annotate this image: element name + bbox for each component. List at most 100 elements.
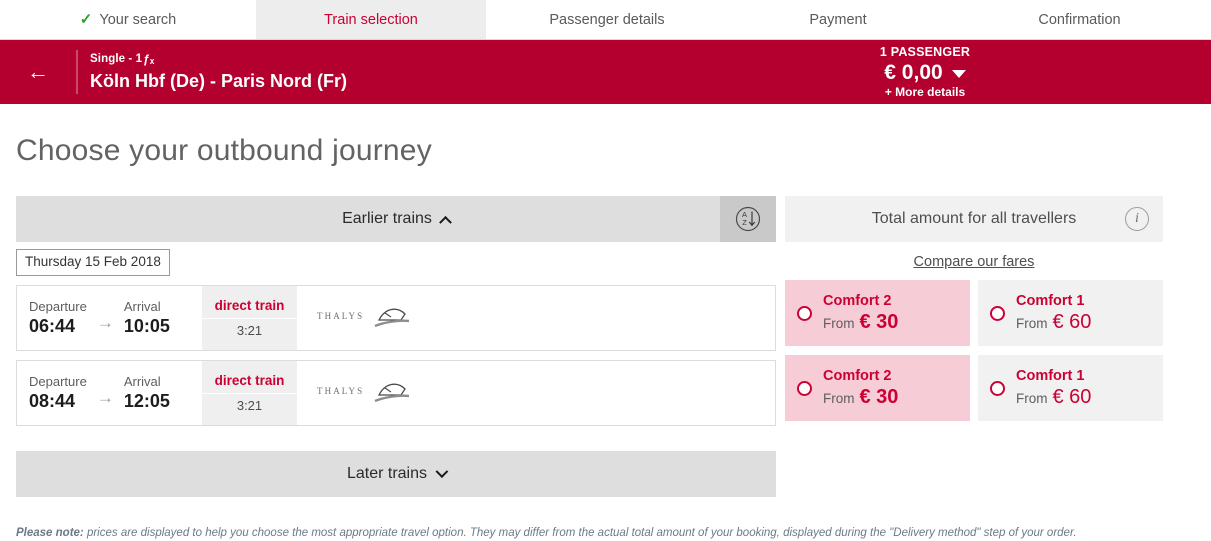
basket-amount-value: € 0,00 — [884, 60, 943, 84]
divider — [202, 318, 297, 319]
thalys-logo: THALYS — [317, 383, 410, 403]
journey-divider — [76, 50, 78, 94]
step-confirmation[interactable]: Confirmation — [948, 0, 1211, 39]
step-payment[interactable]: Payment — [728, 0, 948, 39]
trip-type-label: Single - 1 — [90, 53, 143, 65]
chevron-up-icon — [439, 215, 452, 229]
direct-train-label: direct train — [214, 298, 285, 313]
table-row[interactable]: Departure 06:44 → Arrival 10:05 direct t… — [16, 285, 776, 351]
fares-column: Total amount for all travellers i Compar… — [785, 196, 1163, 421]
departure-time: 06:44 — [29, 316, 76, 336]
table-row[interactable]: Departure 08:44 → Arrival 12:05 direct t… — [16, 360, 776, 426]
arrival-label: Arrival — [123, 299, 161, 314]
fare-amount: € 30 — [859, 310, 899, 333]
chevron-down-icon — [435, 464, 449, 478]
arrival-time: 10:05 — [123, 316, 170, 336]
departure-block: Departure 08:44 — [29, 374, 87, 412]
step-navigation: ✓ Your search Train selection Passenger … — [0, 0, 1211, 40]
step-your-search[interactable]: ✓ Your search — [0, 0, 256, 39]
departure-block: Departure 06:44 — [29, 299, 87, 337]
sort-az-icon[interactable]: A Z — [720, 196, 776, 242]
train-duration-box: direct train 3:21 — [202, 361, 297, 425]
departure-time: 08:44 — [29, 391, 76, 411]
main-content: Earlier trains A Z Thursday 15 Feb 2018 — [0, 196, 1211, 497]
carrier-logo-cell: THALYS — [297, 361, 775, 425]
fare-name: Comfort 1 — [1016, 367, 1085, 384]
fare-text: Comfort 2 From € 30 — [823, 292, 898, 335]
later-trains-label-group: Later trains — [346, 464, 449, 483]
arrival-block: Arrival 10:05 — [124, 299, 170, 337]
fare-name: Comfort 2 — [823, 367, 892, 384]
carrier-logo-cell: THALYS — [297, 286, 775, 350]
check-icon: ✓ — [79, 11, 93, 28]
fare-from-label: From — [823, 315, 855, 331]
page-title: Choose your outbound journey — [16, 134, 432, 167]
footer-disclaimer: Please note: prices are displayed to hel… — [16, 526, 1206, 541]
info-icon[interactable]: i — [1125, 207, 1149, 231]
radio-button[interactable] — [797, 380, 812, 396]
fare-name: Comfort 2 — [823, 292, 892, 309]
fare-amount: € 60 — [1052, 310, 1092, 333]
departure-label: Departure — [29, 299, 87, 314]
step-train-selection[interactable]: Train selection — [256, 0, 486, 39]
step-label: Payment — [809, 11, 867, 28]
divider — [202, 393, 297, 394]
arrow-right-icon: → — [96, 388, 114, 407]
radio-button[interactable] — [990, 305, 1005, 321]
arrival-time: 12:05 — [123, 391, 170, 411]
fare-row: Comfort 2 From € 30 Comfort 1 From € 60 — [785, 355, 1163, 421]
fare-price: From € 60 — [1016, 386, 1091, 410]
earlier-trains-label: Earlier trains — [342, 210, 432, 227]
radio-button[interactable] — [990, 380, 1005, 396]
basket-amount: € 0,00 — [884, 60, 966, 85]
fare-price: From € 60 — [1016, 311, 1091, 335]
step-label: Passenger details — [549, 11, 665, 28]
arrival-block: Arrival 12:05 — [124, 374, 170, 412]
basket-passenger-count: 1 PASSENGER — [879, 44, 971, 59]
journey-route-label: Köln Hbf (De) - Paris Nord (Fr) — [90, 71, 347, 91]
footer-text: prices are displayed to help you choose … — [83, 527, 1077, 539]
fare-price: From € 30 — [823, 311, 898, 335]
train-duration-box: direct train 3:21 — [202, 286, 297, 350]
svg-text:THALYS: THALYS — [317, 311, 364, 321]
fare-option-comfort-1[interactable]: Comfort 1 From € 60 — [978, 280, 1163, 346]
date-chip-wrap: Thursday 15 Feb 2018 — [16, 242, 776, 276]
step-passenger-details[interactable]: Passenger details — [486, 0, 728, 39]
fare-text: Comfort 2 From € 30 — [823, 367, 898, 410]
step-label: Train selection — [324, 11, 418, 28]
radio-button[interactable] — [797, 305, 812, 321]
later-trains-bar[interactable]: Later trains — [16, 451, 776, 497]
direct-train-label: direct train — [214, 373, 285, 388]
svg-text:THALYS: THALYS — [317, 386, 364, 396]
later-trains-label: Later trains — [346, 465, 428, 482]
basket-summary[interactable]: 1 PASSENGER € 0,00 + More details — [820, 40, 1030, 104]
total-amount-label: Total amount for all travellers — [871, 210, 1077, 227]
fare-from-label: From — [1016, 315, 1048, 331]
train-times: Departure 06:44 → Arrival 10:05 — [17, 286, 202, 350]
step-label: Confirmation — [1038, 11, 1121, 28]
fare-option-comfort-2[interactable]: Comfort 2 From € 30 — [785, 280, 970, 346]
earlier-trains-bar[interactable]: Earlier trains A Z — [16, 196, 776, 242]
caret-down-icon[interactable] — [951, 69, 966, 78]
date-chip[interactable]: Thursday 15 Feb 2018 — [16, 249, 170, 276]
back-arrow-icon[interactable]: ← — [0, 61, 76, 83]
fare-option-comfort-2[interactable]: Comfort 2 From € 30 — [785, 355, 970, 421]
fare-option-comfort-1[interactable]: Comfort 1 From € 60 — [978, 355, 1163, 421]
train-times: Departure 08:44 → Arrival 12:05 — [17, 361, 202, 425]
basket-more-details-link[interactable]: + More details — [885, 85, 965, 100]
fare-name: Comfort 1 — [1016, 292, 1085, 309]
fare-amount: € 60 — [1052, 385, 1092, 408]
fare-text: Comfort 1 From € 60 — [1016, 367, 1091, 410]
fare-text: Comfort 1 From € 60 — [1016, 292, 1091, 335]
compare-fares-link[interactable]: Compare our fares — [785, 253, 1163, 271]
step-label: Your search — [99, 11, 177, 28]
journey-trip-type: Single - 1 ƒₓ — [90, 51, 347, 67]
arrow-right-icon: → — [96, 313, 114, 332]
journey-header-bar: ← Single - 1 ƒₓ Köln Hbf (De) - Paris No… — [0, 40, 1211, 104]
fare-amount: € 30 — [859, 385, 899, 408]
total-amount-bar: Total amount for all travellers i — [785, 196, 1163, 242]
earlier-trains-label-group: Earlier trains — [342, 210, 452, 229]
passenger-icon: ƒₓ — [143, 52, 155, 66]
fare-from-label: From — [823, 390, 855, 406]
arrival-label: Arrival — [123, 374, 161, 389]
